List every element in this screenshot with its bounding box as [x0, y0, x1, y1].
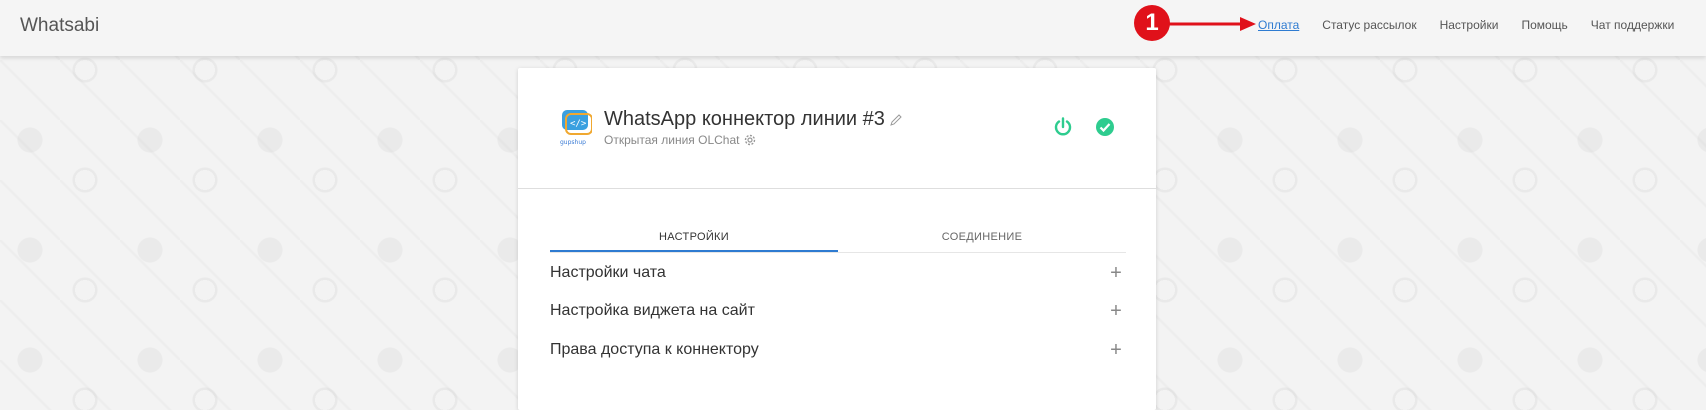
- plus-icon[interactable]: +: [1106, 262, 1126, 285]
- annotation-marker: 1: [1134, 5, 1170, 41]
- annotation-arrow-icon: [1168, 17, 1256, 31]
- connector-title: WhatsApp коннектор линии #3: [604, 108, 903, 131]
- plus-icon[interactable]: +: [1106, 300, 1126, 323]
- tab-connection[interactable]: СОЕДИНЕНИЕ: [838, 225, 1126, 252]
- gupshup-logo-icon: </> gupshup: [560, 110, 592, 146]
- settings-tabs: НАСТРОЙКИ СОЕДИНЕНИЕ: [550, 225, 1126, 253]
- accordion-label: Настройка виджета на сайт: [550, 302, 755, 319]
- connector-header: </> gupshup WhatsApp коннектор линии #3 …: [518, 68, 1156, 189]
- accordion-chat-settings[interactable]: Настройки чата +: [550, 258, 1126, 288]
- brand-title[interactable]: Whatsabi: [20, 15, 99, 37]
- open-line-label: Открытая линия OLChat: [604, 133, 740, 147]
- nav-mailing-status-link[interactable]: Статус рассылок: [1322, 18, 1416, 32]
- tab-settings[interactable]: НАСТРОЙКИ: [550, 225, 838, 252]
- plus-icon[interactable]: +: [1106, 339, 1126, 362]
- edit-pencil-icon[interactable]: [889, 113, 903, 127]
- accordion-access-rights[interactable]: Права доступа к коннектору +: [550, 335, 1126, 365]
- power-icon[interactable]: [1052, 116, 1074, 138]
- accordion-widget-settings[interactable]: Настройка виджета на сайт +: [550, 296, 1126, 326]
- svg-text:gupshup: gupshup: [560, 139, 586, 146]
- accordion-label: Настройки чата: [550, 264, 666, 281]
- svg-text:</>: </>: [570, 119, 587, 129]
- check-circle-icon[interactable]: [1094, 116, 1116, 138]
- top-nav: Оплата Статус рассылок Настройки Помощь …: [1258, 18, 1674, 32]
- nav-help-link[interactable]: Помощь: [1521, 18, 1567, 32]
- nav-support-chat-link[interactable]: Чат поддержки: [1591, 18, 1674, 32]
- connector-title-text: WhatsApp коннектор линии #3: [604, 108, 885, 130]
- connector-subtitle: Открытая линия OLChat: [604, 133, 757, 147]
- top-navbar: Whatsabi Оплата Статус рассылок Настройк…: [0, 0, 1706, 56]
- accordion-label: Права доступа к коннектору: [550, 341, 759, 358]
- connector-card: </> gupshup WhatsApp коннектор линии #3 …: [518, 68, 1156, 410]
- gear-icon[interactable]: [743, 133, 757, 147]
- nav-payment-link[interactable]: Оплата: [1258, 18, 1299, 32]
- nav-settings-link[interactable]: Настройки: [1440, 18, 1499, 32]
